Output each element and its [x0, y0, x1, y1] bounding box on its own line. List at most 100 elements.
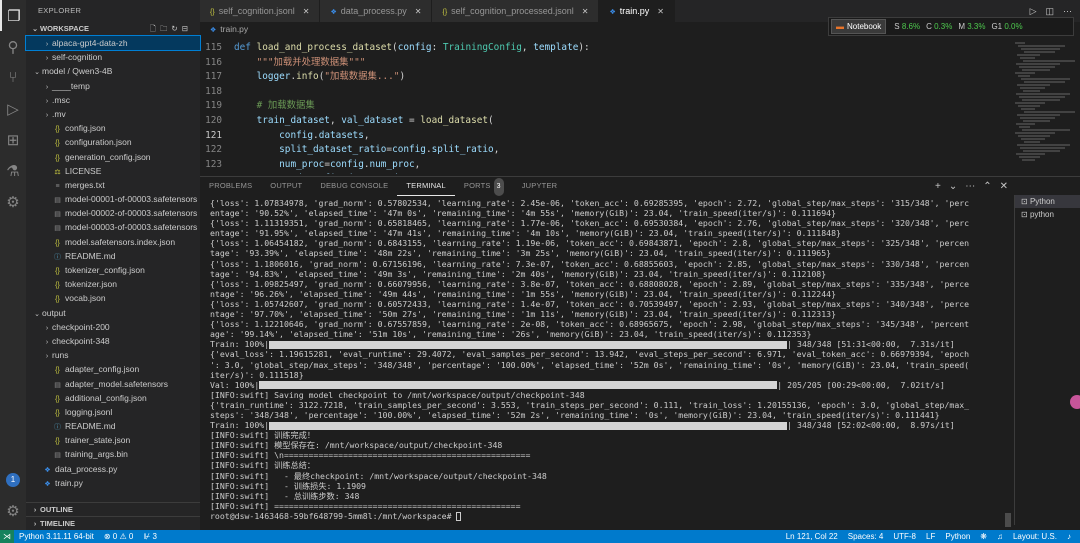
settings-sync-icon[interactable]: ⚙	[0, 186, 26, 217]
file-item[interactable]: ▤ training_args.bin	[26, 447, 200, 461]
close-icon[interactable]: ✕	[303, 7, 310, 16]
file-item[interactable]: {} trainer_state.json	[26, 433, 200, 447]
keyboard-layout[interactable]: Layout: U.S.	[1008, 532, 1062, 541]
maximize-panel-icon[interactable]: ⌃	[983, 181, 991, 192]
explorer-actions: 🗋🗀↻⊟	[150, 22, 192, 36]
close-icon[interactable]: ✕	[415, 7, 422, 16]
file-item[interactable]: ▤ model-00002-of-00003.safetensors	[26, 206, 200, 220]
collapse-all-icon[interactable]: ⊟	[182, 24, 192, 33]
split-editor-icon[interactable]: ◫	[1045, 6, 1054, 17]
language-mode[interactable]: Python	[940, 532, 975, 541]
editor-tab[interactable]: ❖ data_process.py ✕	[320, 0, 433, 22]
tree-item-label: tokenizer_config.json	[65, 265, 145, 275]
notifications-icon[interactable]: ♪	[1062, 532, 1076, 541]
folder-item[interactable]: › .mv	[26, 107, 200, 121]
explorer-icon[interactable]: ❐	[0, 0, 26, 31]
python-interpreter[interactable]: Python 3.11.11 64-bit	[14, 532, 99, 541]
close-panel-icon[interactable]: ✕	[1000, 181, 1008, 192]
extensions-icon[interactable]: ⊞	[0, 124, 26, 155]
minimap-line	[1020, 87, 1045, 89]
notebook-button[interactable]: ▬ Notebook	[831, 19, 887, 34]
folder-item[interactable]: › checkpoint-200	[26, 320, 200, 334]
file-item[interactable]: {} model.safetensors.index.json	[26, 235, 200, 249]
folder-item[interactable]: › runs	[26, 348, 200, 362]
file-item[interactable]: {} tokenizer_config.json	[26, 263, 200, 277]
file-item[interactable]: ≡ merges.txt	[26, 178, 200, 192]
indentation[interactable]: Spaces: 4	[843, 532, 889, 541]
chevron-down-icon[interactable]: ⌄	[949, 181, 957, 192]
run-icon[interactable]: ▷	[1030, 6, 1037, 17]
account-icon[interactable]: 1	[0, 464, 26, 495]
file-item[interactable]: {} tokenizer.json	[26, 277, 200, 291]
outline-section[interactable]: › OUTLINE	[26, 502, 200, 516]
panel-tab[interactable]: JUPYTER	[513, 177, 567, 195]
problems-count[interactable]: ⊗ 0 ⚠ 0	[99, 532, 138, 541]
assistant-avatar[interactable]	[1070, 395, 1080, 409]
cursor-position[interactable]: Ln 121, Col 22	[781, 532, 843, 541]
file-item[interactable]: {} additional_config.json	[26, 391, 200, 405]
close-icon[interactable]: ✕	[582, 7, 589, 16]
folder-item[interactable]: › ____temp	[26, 79, 200, 93]
new-terminal-icon[interactable]: +	[935, 181, 941, 192]
terminal-scrollbar[interactable]	[1005, 513, 1011, 527]
folder-item[interactable]: ⌄ output	[26, 306, 200, 320]
panel-tab[interactable]: PORTS 3	[455, 177, 513, 196]
minimap-line	[1017, 114, 1060, 116]
py-file-icon: ❖	[44, 480, 51, 488]
folder-item[interactable]: ⌄ model / Qwen3-4B	[26, 64, 200, 78]
panel-tab-label: JUPYTER	[521, 181, 558, 190]
code-editor[interactable]: 115 def load_and_process_dataset(config: …	[200, 41, 1010, 174]
terminal-output[interactable]: {'loss': 1.07834978, 'grad_norm': 0.5780…	[210, 198, 1010, 530]
panel-tab[interactable]: TERMINAL	[397, 177, 455, 196]
run-debug-icon[interactable]: ▷	[0, 93, 26, 124]
folder-item[interactable]: › checkpoint-348	[26, 334, 200, 348]
encoding[interactable]: UTF-8	[888, 532, 921, 541]
file-item[interactable]: ⓘ README.md	[26, 249, 200, 263]
line-ending[interactable]: LF	[921, 532, 940, 541]
panel-tab[interactable]: OUTPUT	[261, 177, 311, 195]
refresh-icon[interactable]: ↻	[171, 24, 181, 33]
folder-item[interactable]: › alpaca-gpt4-data-zh	[25, 34, 201, 52]
panel-tab[interactable]: PROBLEMS	[200, 177, 261, 195]
remote-icon[interactable]: ⋊	[0, 530, 14, 543]
ports-count[interactable]: ⊮ 3	[138, 532, 162, 541]
panel-tab[interactable]: DEBUG CONSOLE	[311, 177, 397, 195]
editor-tab[interactable]: ❖ train.py ✕	[599, 0, 675, 22]
editor-tab[interactable]: {} self_cognition.jsonl ✕	[200, 0, 321, 22]
new-folder-icon[interactable]: 🗀	[160, 24, 172, 33]
manage-gear-icon[interactable]: ⚙	[0, 495, 26, 526]
file-item[interactable]: ▤ model-00001-of-00003.safetensors	[26, 192, 200, 206]
more-actions-icon[interactable]: ⋯	[1063, 6, 1072, 17]
search-icon[interactable]: ⚲	[0, 31, 26, 62]
file-item[interactable]: {} logging.jsonl	[26, 405, 200, 419]
terminal-instance[interactable]: ⊡ Python	[1015, 195, 1080, 208]
file-item[interactable]: ⓘ README.md	[26, 419, 200, 433]
copilot-icon[interactable]: ❋	[975, 532, 992, 541]
more-actions-icon[interactable]: ⋯	[965, 181, 975, 192]
source-control-icon[interactable]: ⑂	[0, 62, 26, 93]
file-item[interactable]: ▤ adapter_model.safetensors	[26, 377, 200, 391]
file-item[interactable]: ❖ train.py	[26, 476, 200, 490]
minimap[interactable]	[1015, 41, 1075, 176]
editor-tab[interactable]: {} self_cognition_processed.jsonl ✕	[432, 0, 600, 22]
code-text	[234, 85, 240, 100]
file-item[interactable]: ❖ data_process.py	[26, 462, 200, 476]
file-item[interactable]: {} config.json	[26, 121, 200, 135]
timeline-section[interactable]: › TIMELINE	[26, 516, 200, 530]
close-icon[interactable]: ✕	[657, 7, 664, 16]
workspace-header[interactable]: ⌄ WORKSPACE 🗋🗀↻⊟	[26, 22, 200, 36]
code-line: 121 config.datasets,	[200, 129, 1010, 144]
file-item[interactable]: {} configuration.json	[26, 135, 200, 149]
file-item[interactable]: ▤ model-00003-of-00003.safetensors	[26, 220, 200, 234]
file-item[interactable]: {} vocab.json	[26, 291, 200, 305]
testing-icon[interactable]: ⚗	[0, 155, 26, 186]
folder-item[interactable]: › self-cognition	[26, 50, 200, 64]
new-file-icon[interactable]: 🗋	[150, 24, 160, 33]
file-item[interactable]: ⚖ LICENSE	[26, 164, 200, 178]
bell-icon[interactable]: ♫	[992, 532, 1008, 541]
file-item[interactable]: {} generation_config.json	[26, 150, 200, 164]
terminal-instance[interactable]: ⊡ python	[1015, 208, 1080, 221]
file-item[interactable]: {} adapter_config.json	[26, 362, 200, 376]
folder-item[interactable]: › .msc	[26, 93, 200, 107]
